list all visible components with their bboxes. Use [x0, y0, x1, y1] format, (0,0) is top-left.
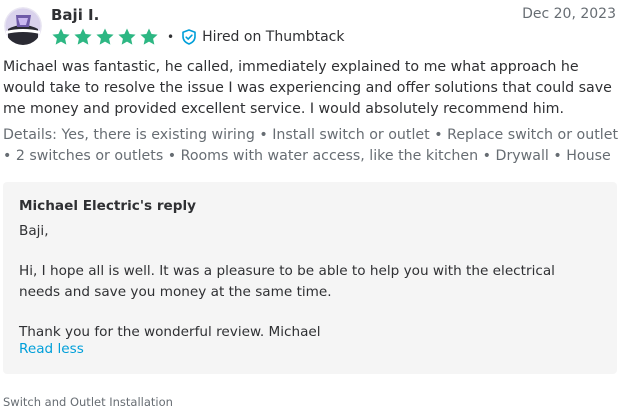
review-card: Baji I. Dec 20, 2023 • Hired on Thumbtac… — [0, 0, 622, 417]
star-icon — [73, 27, 93, 47]
star-rating — [51, 27, 161, 47]
review-date: Dec 20, 2023 — [522, 6, 616, 22]
reviewer-name: Baji I. — [51, 6, 100, 24]
star-icon — [51, 27, 71, 47]
review-text: Michael was fantastic, he called, immedi… — [3, 59, 612, 117]
shield-check-icon — [181, 29, 197, 45]
service-label: Switch and Outlet Installation — [3, 395, 173, 409]
reply-body: Baji, Hi, I hope all is well. It was a p… — [19, 221, 599, 343]
pro-reply: Michael Electric's reply Baji, Hi, I hop… — [3, 182, 617, 374]
review-details: Details: Yes, there is existing wiring •… — [3, 127, 619, 164]
hired-on-thumbtack-label: Hired on Thumbtack — [202, 29, 345, 45]
avatar[interactable] — [4, 7, 42, 45]
rating-row: • Hired on Thumbtack — [51, 27, 344, 47]
read-less-link[interactable]: Read less — [19, 341, 84, 357]
star-icon — [139, 27, 159, 47]
reply-closing: Thank you for the wonderful review. Mich… — [19, 324, 321, 340]
reply-message: Hi, I hope all is well. It was a pleasur… — [19, 263, 555, 300]
reply-greeting: Baji, — [19, 223, 49, 239]
star-icon — [95, 27, 115, 47]
separator-dot: • — [167, 30, 175, 44]
reply-title: Michael Electric's reply — [19, 198, 197, 214]
star-icon — [117, 27, 137, 47]
